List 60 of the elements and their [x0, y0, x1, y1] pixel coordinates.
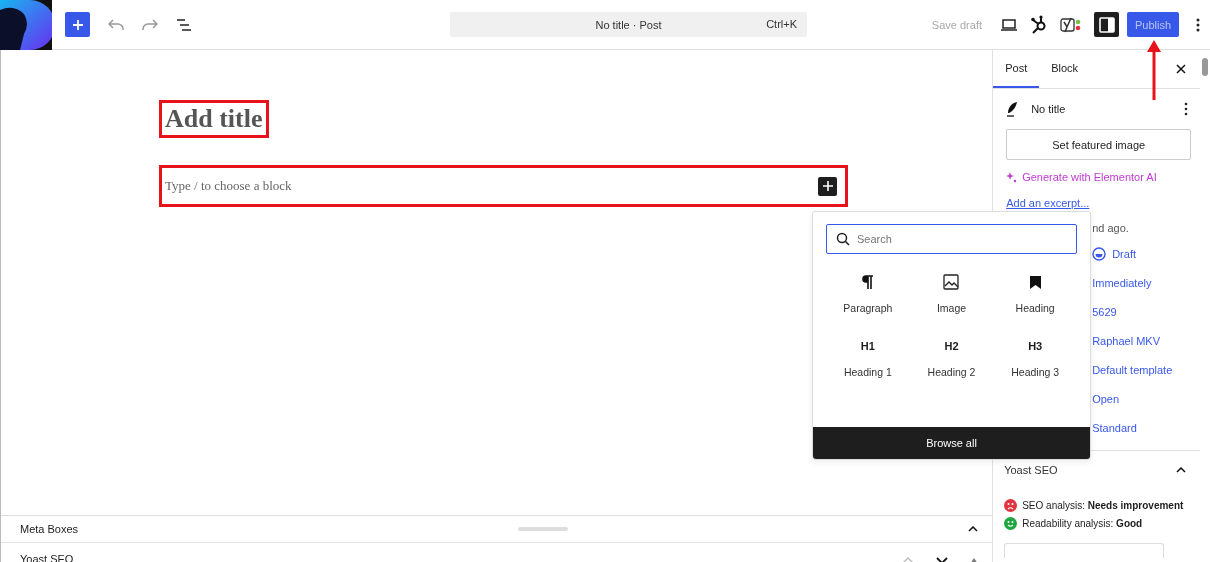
- meta-boxes-title: Meta Boxes: [20, 523, 79, 535]
- document-title: No title · Post: [595, 18, 662, 31]
- collapse-chevron-icon[interactable]: [968, 526, 979, 532]
- setting-value-button[interactable]: Open: [1092, 392, 1120, 405]
- post-title: No title: [1031, 103, 1067, 115]
- status-icon: [1092, 246, 1107, 261]
- browse-all-button[interactable]: Browse all: [813, 427, 1090, 459]
- plus-icon: [822, 181, 833, 191]
- analysis-result: SEO analysis: Needs improvement: [1022, 499, 1184, 511]
- undo-icon[interactable]: [108, 18, 124, 31]
- shortcut-hint: Ctrl+K: [766, 18, 797, 30]
- block-placeholder-field[interactable]: Type / to choose a block: [159, 165, 848, 207]
- chevron-down-icon[interactable]: [936, 557, 949, 562]
- redo-icon[interactable]: [142, 18, 158, 31]
- feather-icon: [1006, 101, 1019, 117]
- sidebar-tab[interactable]: Post: [993, 50, 1040, 88]
- close-icon[interactable]: [1176, 64, 1186, 74]
- input-field[interactable]: [1004, 543, 1165, 558]
- settings-panel-toggle[interactable]: [1094, 12, 1119, 37]
- block-option[interactable]: Heading: [993, 274, 1077, 314]
- setting-value-button[interactable]: Raphael MKV: [1092, 334, 1161, 347]
- more-options-icon[interactable]: [1184, 102, 1188, 116]
- sidebar-tab[interactable]: Block: [1039, 50, 1091, 88]
- add-block-button[interactable]: [818, 176, 837, 196]
- paragraph-icon: [861, 275, 874, 289]
- collapse-chevron-icon[interactable]: [1176, 467, 1186, 473]
- block-option[interactable]: H1 Heading 1: [826, 338, 910, 378]
- block-option[interactable]: H3 Heading 3: [993, 338, 1077, 378]
- triangle-up-icon[interactable]: [970, 557, 979, 562]
- block-option[interactable]: Image: [909, 274, 994, 314]
- bookmark-icon: [1029, 275, 1041, 289]
- sparkle-icon: [1006, 171, 1018, 183]
- timestamp-text: nd ago.: [1092, 222, 1129, 234]
- add-excerpt-link[interactable]: Add an excerpt...: [1006, 197, 1200, 211]
- block-placeholder: Type / to choose a block: [165, 178, 292, 194]
- annotation-arrow: [1147, 40, 1161, 100]
- set-featured-image-button[interactable]: Set featured image: [1006, 129, 1192, 160]
- setting-value-button[interactable]: Immediately: [1092, 276, 1152, 289]
- setting-value-button[interactable]: 5629: [1092, 305, 1117, 318]
- laptop-icon[interactable]: [1000, 18, 1018, 31]
- seo-plugin-icon[interactable]: [1060, 16, 1082, 33]
- block-option[interactable]: Paragraph: [826, 274, 910, 314]
- hub-icon[interactable]: [1030, 14, 1048, 35]
- setting-value-button[interactable]: Standard: [1092, 421, 1137, 434]
- command-bar[interactable]: No title · Post Ctrl+K: [450, 12, 807, 37]
- resize-handle[interactable]: [518, 527, 569, 531]
- setting-value-button[interactable]: Default template: [1092, 363, 1173, 376]
- image-icon: [943, 274, 960, 290]
- site-logo[interactable]: [0, 0, 52, 50]
- search-icon: [836, 232, 850, 246]
- more-options-icon[interactable]: [1196, 17, 1200, 32]
- list-view-icon[interactable]: [176, 17, 192, 32]
- status-button[interactable]: Draft: [1092, 246, 1136, 261]
- block-option[interactable]: H2 Heading 2: [909, 338, 994, 378]
- analysis-result: Readability analysis: Good: [1022, 517, 1143, 529]
- generate-ai-link[interactable]: Generate with Elementor AI: [1006, 170, 1200, 184]
- search-field[interactable]: Search: [826, 224, 1077, 254]
- yoast-panel-title: Yoast SEO: [1004, 464, 1058, 476]
- title-field[interactable]: Add title: [159, 100, 269, 138]
- plus-icon: [71, 18, 84, 31]
